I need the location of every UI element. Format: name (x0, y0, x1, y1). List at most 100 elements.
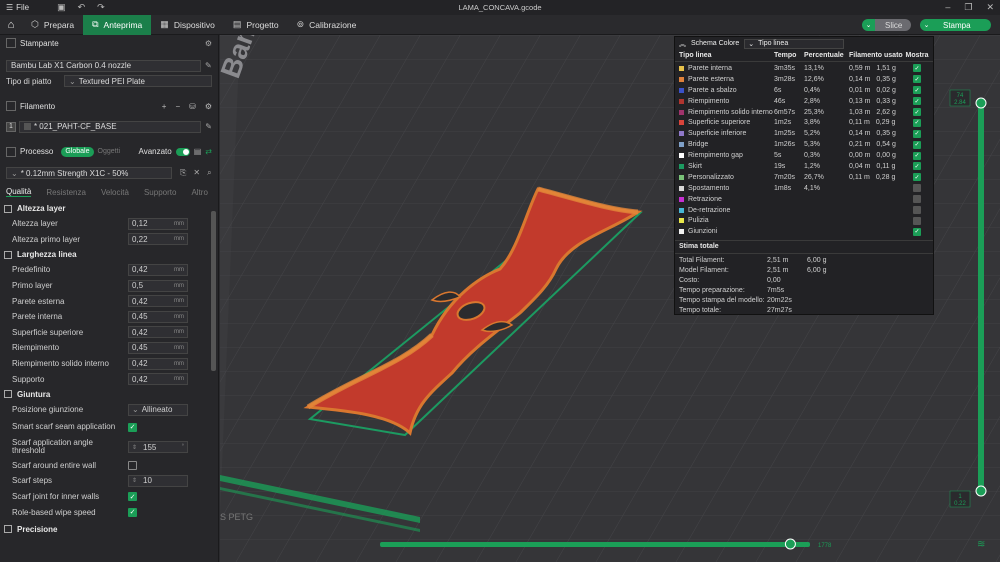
remove-filament-icon[interactable]: − (175, 102, 180, 111)
plate-type-select[interactable]: ⌄ Textured PEI Plate (64, 75, 212, 88)
save-preset-icon[interactable]: ⎘ (180, 168, 186, 178)
filament-color-swatch[interactable] (23, 123, 31, 131)
legend-show-checkbox[interactable] (913, 184, 921, 193)
param-input[interactable]: 0,42 mm (128, 326, 188, 339)
tab-preview[interactable]: ⧉ Anteprima (83, 14, 152, 35)
param-input[interactable]: 0,45 mm (128, 341, 188, 354)
process-preset-select[interactable]: ⌄ * 0.12mm Strength X1C - 50% (6, 167, 172, 180)
legend-rows: Parete interna 3m35s 13,1% 0,59 m 1,51 g ✓ Par… (675, 63, 933, 237)
smart-scarf-checkbox[interactable]: ✓ (128, 422, 137, 432)
legend-percentage: 3,8% (804, 119, 820, 127)
collapse-icon[interactable]: ︽ (679, 39, 686, 49)
legend-filament-g: 0,29 g (875, 119, 896, 127)
param-unit: mm (174, 298, 184, 305)
wipe-speed-checkbox[interactable]: ✓ (128, 507, 137, 517)
layers-stack-icon[interactable]: ≋ (977, 539, 985, 550)
param-input[interactable]: 0,42 mm (128, 263, 188, 276)
slice-button[interactable]: ⌄ Slice (862, 19, 911, 31)
legend-show-checkbox[interactable]: ✓ (913, 118, 921, 127)
printer-select[interactable]: Bambu Lab X1 Carbon 0.4 nozzle (6, 59, 201, 72)
stat-value: 7m5s (767, 286, 785, 294)
subtab-quality[interactable]: Qualità (6, 187, 32, 197)
undo-icon[interactable]: ↶ (78, 2, 86, 13)
param-input[interactable]: 0,42 mm (128, 373, 188, 386)
legend-time: 19s (774, 162, 786, 170)
tab-device[interactable]: ▦ Dispositivo (151, 15, 224, 35)
legend-time: 5s (774, 152, 782, 160)
global-toggle[interactable]: Globale (61, 146, 94, 157)
add-filament-icon[interactable]: + (162, 102, 167, 111)
move-slider-track[interactable] (380, 542, 810, 547)
edit-printer-icon[interactable]: ✎ (205, 61, 212, 70)
print-button[interactable]: ⌄ Stampa (920, 19, 991, 31)
legend-show-checkbox[interactable] (913, 216, 921, 225)
layer-slider-track[interactable] (978, 103, 984, 493)
legend-color-swatch (679, 153, 684, 159)
subtab-support[interactable]: Supporto (144, 188, 176, 197)
compare-icon[interactable]: ▤ (194, 147, 202, 156)
legend-show-checkbox[interactable]: ✓ (913, 140, 921, 149)
param-input[interactable]: 0,5 mm (128, 279, 188, 292)
tab-calibration[interactable]: ⊚ Calibrazione (288, 15, 366, 35)
subtab-speed[interactable]: Velocità (101, 188, 129, 197)
edit-filament-icon[interactable]: ✎ (205, 122, 212, 131)
legend-show-checkbox[interactable]: ✓ (913, 173, 921, 182)
close-icon[interactable]: ✕ (986, 2, 994, 13)
param-input[interactable]: 0,42 mm (128, 295, 188, 308)
filament-select[interactable]: * 021_PAHT-CF_BASE (18, 120, 202, 133)
filament-index-badge: 1 (6, 121, 16, 132)
legend-line-type: Pulizia (679, 217, 774, 224)
restore-icon[interactable]: ❐ (964, 2, 972, 13)
legend-show-checkbox[interactable]: ✓ (913, 151, 921, 160)
param-value: 0,45 (132, 343, 148, 353)
param-input[interactable]: 0,12 mm (128, 217, 188, 230)
file-menu[interactable]: ☰ File (0, 3, 29, 12)
save-icon[interactable]: ▣ (57, 2, 66, 13)
param-group-title: Larghezza linea (17, 250, 77, 260)
legend-show-checkbox[interactable]: ✓ (913, 64, 921, 73)
scarf-angle-spinner[interactable]: ⇕ 155 ° (128, 441, 188, 454)
legend-show-checkbox[interactable]: ✓ (913, 75, 921, 84)
param-input[interactable]: 0,42 mm (128, 357, 188, 370)
filament-settings-icon[interactable]: ⚙ (205, 102, 212, 111)
redo-icon[interactable]: ↷ (97, 2, 105, 13)
legend-show-checkbox[interactable]: ✓ (913, 97, 921, 106)
layer-slider-bottom-handle[interactable] (975, 485, 987, 497)
legend-show-checkbox[interactable]: ✓ (913, 86, 921, 95)
scarf-inner-walls-checkbox[interactable]: ✓ (128, 492, 137, 502)
home-icon[interactable]: ⌂ (0, 15, 22, 35)
param-input[interactable]: 0,22 mm (128, 233, 188, 246)
legend-show-checkbox[interactable]: ✓ (913, 162, 921, 171)
legend-show-checkbox[interactable]: ✓ (913, 129, 921, 138)
seam-position-select[interactable]: ⌄ Allineato (128, 403, 188, 416)
close-preset-icon[interactable]: ✕ (193, 168, 200, 178)
move-slider-handle[interactable] (784, 538, 796, 550)
subtab-strength[interactable]: Resistenza (46, 188, 86, 197)
layer-slider-top-handle[interactable] (975, 97, 987, 109)
tab-project[interactable]: ▤ Progetto (224, 15, 288, 35)
param-unit: mm (174, 329, 184, 336)
color-scheme-select[interactable]: ⌄ Tipo linea (744, 38, 845, 49)
settings-gear-icon[interactable]: ⚙ (205, 39, 212, 48)
param-input[interactable]: 0,45 mm (128, 310, 188, 323)
advanced-switch[interactable] (175, 147, 190, 156)
filament-sync-icon[interactable]: ⛁ (189, 102, 196, 111)
sidebar-scrollbar[interactable] (211, 211, 216, 371)
scarf-around-wall-checkbox[interactable] (128, 460, 137, 470)
subtab-other[interactable]: Altro (191, 188, 207, 197)
legend-filament-m: 0,59 m (849, 64, 871, 72)
legend-show-checkbox[interactable]: ✓ (913, 108, 921, 116)
objects-toggle[interactable]: Oggetti (98, 148, 121, 155)
legend-show-checkbox[interactable] (913, 195, 921, 204)
legend-filament-g: 0,54 g (876, 141, 896, 149)
tab-prepare[interactable]: ⬡ Prepara (22, 15, 83, 35)
legend-show-checkbox[interactable]: ✓ (913, 227, 921, 236)
legend-line-type: Superficie superiore (679, 119, 774, 126)
scarf-steps-spinner[interactable]: ⇕ 10 (128, 474, 188, 487)
param-row: Parete interna 0,45 mm (0, 309, 218, 325)
sync-icon[interactable]: ⇄ (205, 147, 212, 156)
legend-show-checkbox[interactable] (913, 206, 921, 215)
minimize-icon[interactable]: – (945, 2, 950, 13)
search-icon[interactable]: ⌕ (207, 168, 211, 178)
calibration-icon: ⊚ (296, 19, 305, 29)
